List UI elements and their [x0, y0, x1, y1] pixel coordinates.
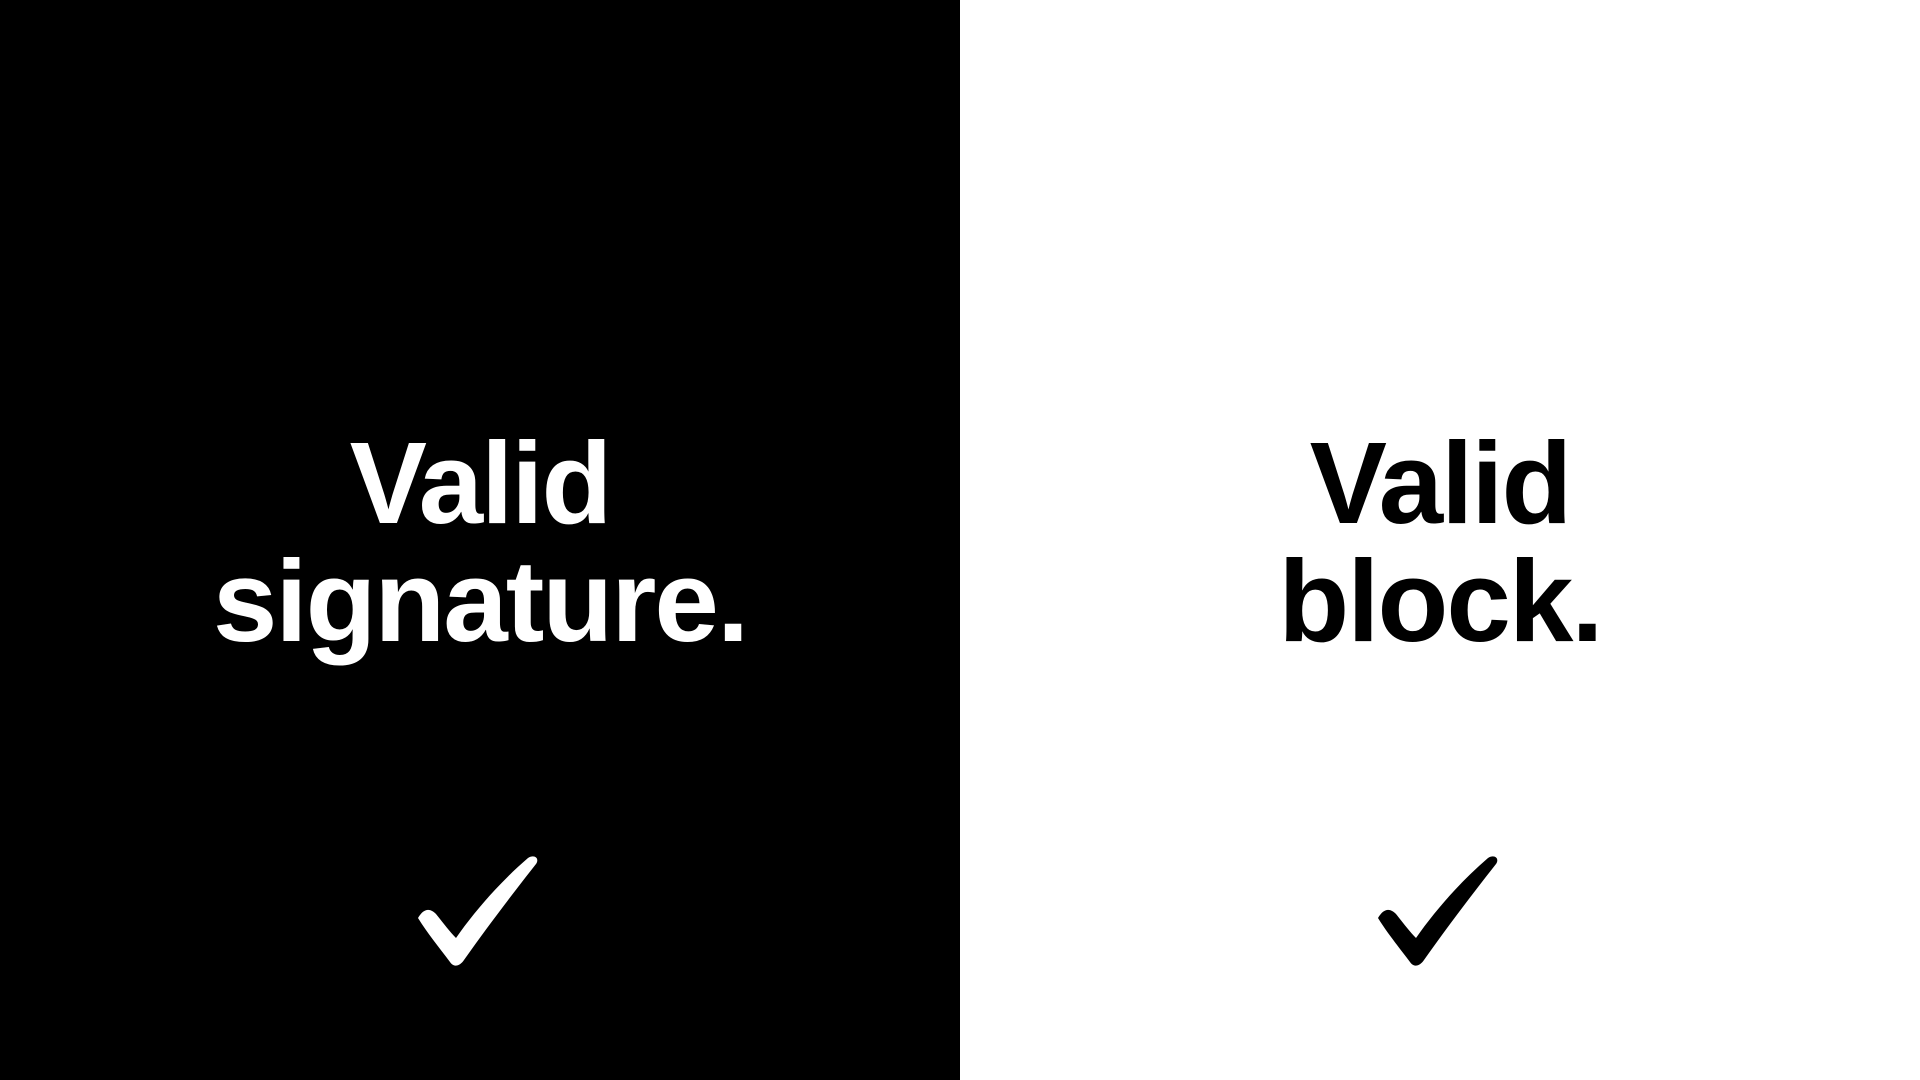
- checkmark-icon: [418, 856, 538, 966]
- left-headline-line2: signature.: [212, 536, 749, 666]
- left-panel: Valid signature.: [0, 0, 960, 1080]
- left-headline-line1: Valid: [349, 418, 613, 548]
- right-headline: Valid block.: [960, 424, 1920, 660]
- left-headline: Valid signature.: [0, 424, 960, 660]
- right-headline-line1: Valid: [1309, 418, 1573, 548]
- right-headline-line2: block.: [1278, 536, 1603, 666]
- right-panel: Valid block.: [960, 0, 1920, 1080]
- checkmark-icon: [1378, 856, 1498, 966]
